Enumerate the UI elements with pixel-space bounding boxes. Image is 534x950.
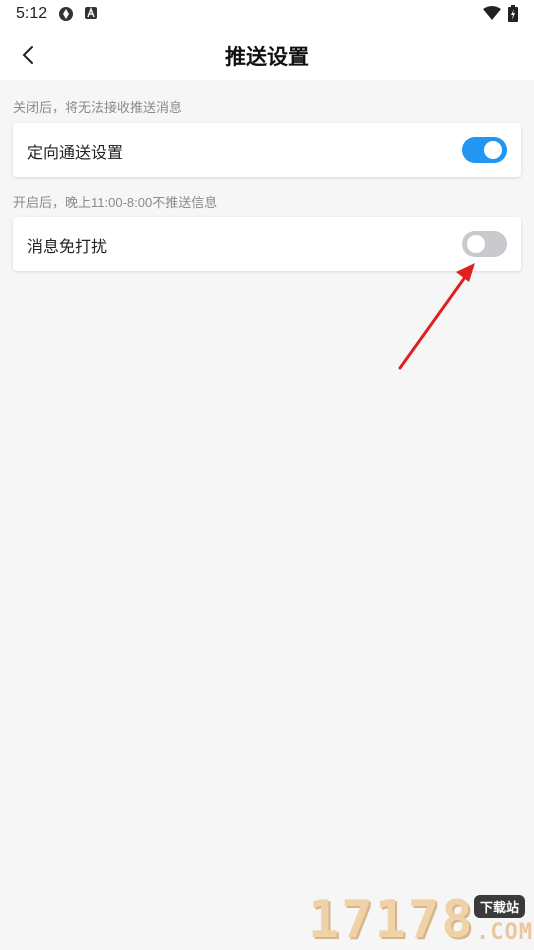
- wifi-icon: [483, 6, 501, 20]
- battery-charging-icon: [508, 5, 518, 22]
- directed-push-toggle[interactable]: [462, 137, 507, 163]
- text-a-icon: [85, 7, 97, 19]
- watermark-digits: 17178: [308, 890, 475, 950]
- app-notification-icon: [59, 7, 73, 21]
- toggle-knob: [484, 141, 502, 159]
- do-not-disturb-hint: 开启后，晚上11:00-8:00不推送信息: [13, 195, 218, 210]
- top-app-bar: 推送设置: [0, 28, 534, 80]
- page-title: 推送设置: [225, 46, 309, 69]
- watermark-domain: .COM: [476, 920, 533, 945]
- directed-push-label: 定向通送设置: [27, 145, 124, 162]
- directed-push-setting-row: 定向通送设置: [13, 123, 521, 177]
- toggle-knob: [467, 235, 485, 253]
- site-watermark: 17178 下载站 .COM: [308, 888, 534, 950]
- status-bar: 5:12: [0, 0, 534, 28]
- watermark-badge: 下载站: [474, 895, 526, 918]
- directed-push-hint: 关闭后，将无法接收推送消息: [13, 100, 183, 115]
- do-not-disturb-toggle[interactable]: [462, 231, 507, 257]
- red-arrow-annotation: [398, 263, 475, 370]
- do-not-disturb-label: 消息免打扰: [27, 239, 108, 256]
- status-time: 5:12: [16, 5, 48, 22]
